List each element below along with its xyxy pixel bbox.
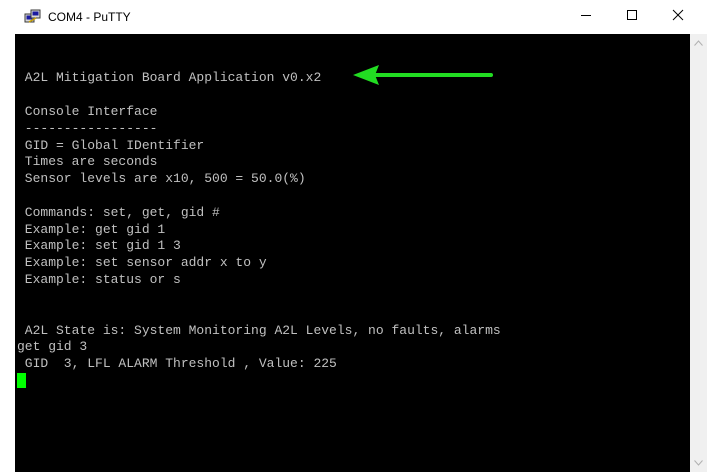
terminal-line: Commands: set, get, gid #	[17, 205, 220, 220]
title-bar[interactable]: COM4 - PuTTY	[0, 0, 711, 35]
terminal-line: Example: status or s	[17, 272, 181, 287]
terminal-line: Example: get gid 1	[17, 222, 166, 237]
scroll-down-arrow-icon[interactable]	[694, 460, 703, 466]
terminal-line: Times are seconds	[17, 154, 158, 169]
putty-icon[interactable]	[24, 9, 42, 25]
vertical-scrollbar[interactable]	[690, 34, 707, 472]
window-border	[707, 34, 711, 472]
terminal-line: A2L Mitigation Board Application v0.x2	[17, 70, 322, 85]
terminal-line: GID 3, LFL ALARM Threshold , Value: 225	[17, 356, 337, 371]
terminal-area[interactable]: A2L Mitigation Board Application v0.x2 C…	[15, 34, 690, 472]
terminal-line: Example: set sensor addr x to y	[17, 255, 267, 270]
putty-window: COM4 - PuTTY A2L Mitigation Board Applic…	[0, 0, 711, 472]
scroll-up-arrow-icon[interactable]	[694, 40, 703, 46]
terminal-line: Sensor levels are x10, 500 = 50.0(%)	[17, 171, 306, 186]
close-button[interactable]	[655, 0, 701, 34]
terminal-line: GID = Global IDentifier	[17, 138, 205, 153]
maximize-icon	[626, 8, 638, 26]
terminal-cursor	[17, 373, 26, 388]
terminal-line: Console Interface	[17, 104, 158, 119]
minimize-icon	[580, 8, 592, 26]
minimize-button[interactable]	[563, 0, 609, 34]
window-title: COM4 - PuTTY	[48, 10, 131, 24]
terminal-line: Example: set gid 1 3	[17, 238, 181, 253]
close-icon	[672, 8, 684, 26]
terminal-line: get gid 3	[17, 339, 88, 354]
terminal-line: A2L State is: System Monitoring A2L Leve…	[17, 323, 501, 338]
maximize-button[interactable]	[609, 0, 655, 34]
annotation-arrow-icon	[353, 65, 493, 85]
terminal-line: -----------------	[17, 121, 158, 136]
